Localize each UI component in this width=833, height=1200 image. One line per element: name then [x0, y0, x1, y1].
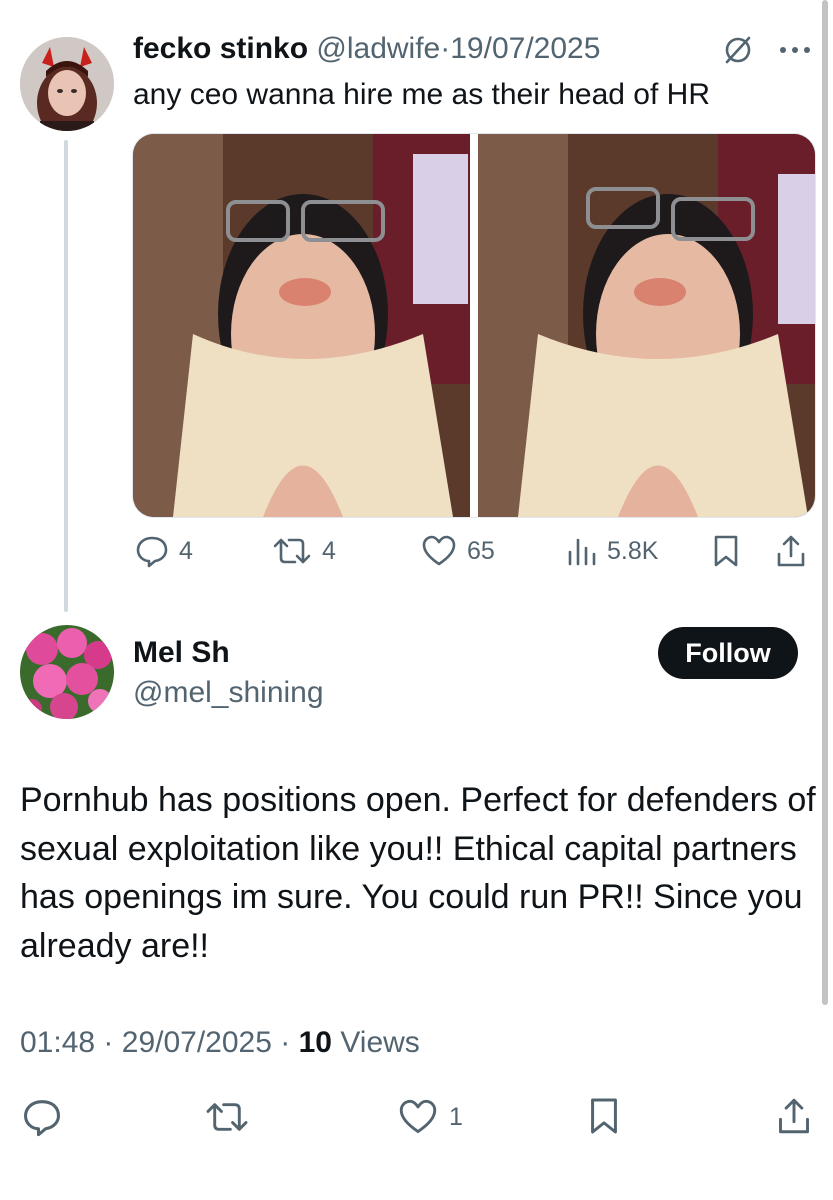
reply-action[interactable]: 4 — [135, 534, 193, 568]
retweet-icon — [273, 538, 311, 564]
retweet-action[interactable] — [204, 1098, 250, 1136]
heart-icon — [399, 1099, 437, 1133]
reply-handle[interactable]: @mel_shining — [133, 676, 324, 710]
retweet-icon — [206, 1103, 248, 1131]
views-action[interactable]: 5.8K — [567, 534, 658, 568]
media-grid — [132, 133, 816, 518]
reply-views-label: Views — [340, 1026, 420, 1059]
reply-action[interactable] — [22, 1097, 62, 1137]
share-action[interactable] — [776, 1096, 812, 1136]
quoted-date[interactable]: 19/07/2025 — [450, 32, 600, 65]
meta-separator: · — [440, 32, 451, 65]
reply-time[interactable]: 01:48 — [20, 1026, 95, 1059]
reply-icon — [136, 536, 168, 568]
reply-count: 4 — [179, 536, 193, 565]
quoted-author-avatar[interactable] — [20, 37, 114, 131]
scrollbar[interactable] — [822, 0, 828, 1005]
meta-separator: · — [280, 1026, 291, 1059]
bar-chart-icon — [568, 538, 596, 566]
slashed-circle-icon[interactable] — [722, 34, 754, 71]
share-action[interactable] — [775, 534, 807, 568]
meta-separator: · — [103, 1026, 114, 1059]
more-dots-icon[interactable] — [778, 30, 812, 62]
share-icon — [777, 535, 805, 567]
reply-text: Pornhub has positions open. Perfect for … — [20, 781, 816, 965]
avatar-image — [20, 37, 114, 131]
bookmark-action[interactable] — [588, 1096, 620, 1136]
bookmark-icon — [591, 1098, 617, 1134]
reply-author-avatar[interactable] — [20, 625, 114, 719]
reply-date[interactable]: 29/07/2025 — [122, 1026, 272, 1059]
quoted-display-name[interactable]: fecko stinko — [133, 32, 308, 65]
thread-connector-line — [64, 140, 68, 612]
share-icon — [779, 1098, 809, 1134]
like-action[interactable]: 1 — [397, 1098, 463, 1136]
quoted-handle[interactable]: @ladwife — [316, 32, 440, 65]
photo-2[interactable] — [478, 134, 815, 517]
retweet-action[interactable]: 4 — [272, 534, 336, 568]
heart-icon — [422, 535, 456, 566]
quoted-tweet-header: fecko stinko @ladwife·19/07/2025 — [133, 30, 600, 68]
reply-meta: 01:48 · 29/07/2025 · 10 Views — [20, 1026, 420, 1060]
quoted-tweet-text: any ceo wanna hire me as their head of H… — [133, 78, 710, 111]
like-count: 1 — [449, 1102, 463, 1131]
reply-display-name[interactable]: Mel Sh — [133, 636, 230, 670]
follow-button[interactable]: Follow — [658, 627, 798, 679]
retweet-count: 4 — [322, 536, 336, 565]
view-count: 5.8K — [607, 536, 659, 565]
bookmark-icon — [714, 535, 738, 567]
reply-views-count: 10 — [298, 1026, 332, 1059]
like-action[interactable]: 65 — [421, 534, 495, 568]
bookmark-action[interactable] — [712, 534, 740, 568]
reply-icon — [24, 1100, 60, 1137]
like-count: 65 — [467, 536, 495, 565]
photo-1[interactable] — [133, 134, 470, 517]
avatar-image — [20, 625, 114, 719]
